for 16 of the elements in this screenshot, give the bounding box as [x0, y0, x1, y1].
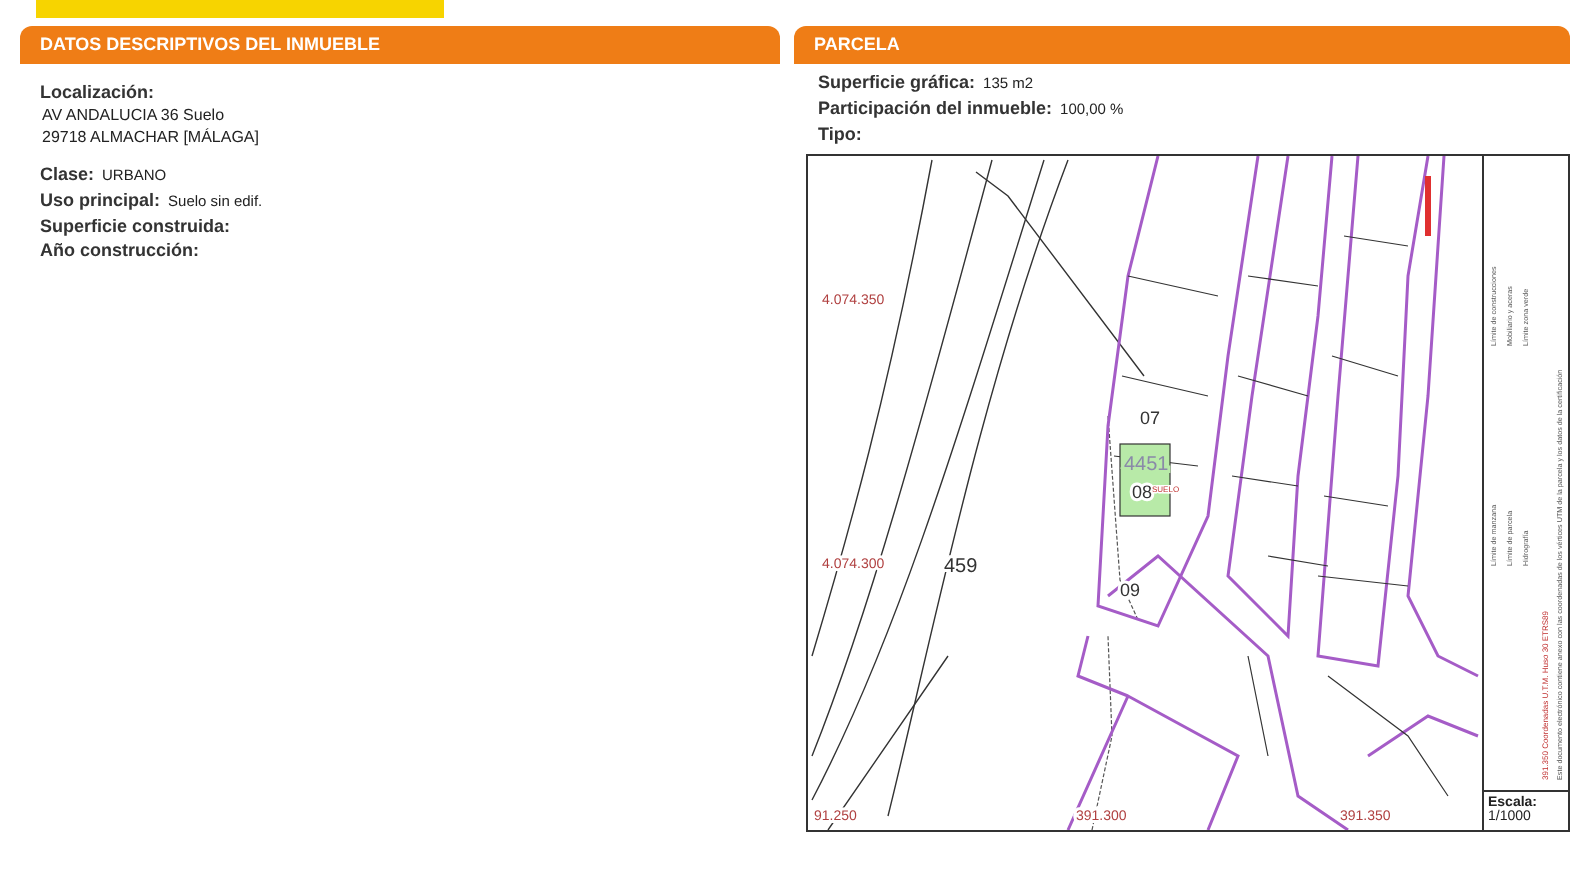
section-header: DATOS DESCRIPTIVOS DEL INMUEBLE: [20, 26, 780, 64]
parcel-label: 07: [1140, 408, 1161, 428]
field-label: Tipo:: [818, 122, 862, 146]
parcel-label: 4451: [1124, 454, 1169, 476]
address-line: AV ANDALUCIA 36 Suelo: [40, 106, 227, 124]
address-line: 29718 ALMACHAR [MÁLAGA]: [40, 128, 261, 146]
field-label: Año construcción:: [40, 238, 200, 262]
field-label: Uso principal:: [40, 188, 161, 212]
field-label: Participación del inmueble:: [818, 96, 1053, 120]
field-label: Localización:: [40, 82, 157, 102]
section-header: PARCELA: [794, 26, 1570, 64]
parcel-label: 08: [1132, 482, 1153, 502]
parcel-label: 09: [1120, 580, 1141, 600]
field-label: Clase:: [40, 162, 95, 186]
field-label: Superficie construida:: [40, 214, 231, 238]
field-label: Superficie gráfica:: [818, 70, 976, 94]
